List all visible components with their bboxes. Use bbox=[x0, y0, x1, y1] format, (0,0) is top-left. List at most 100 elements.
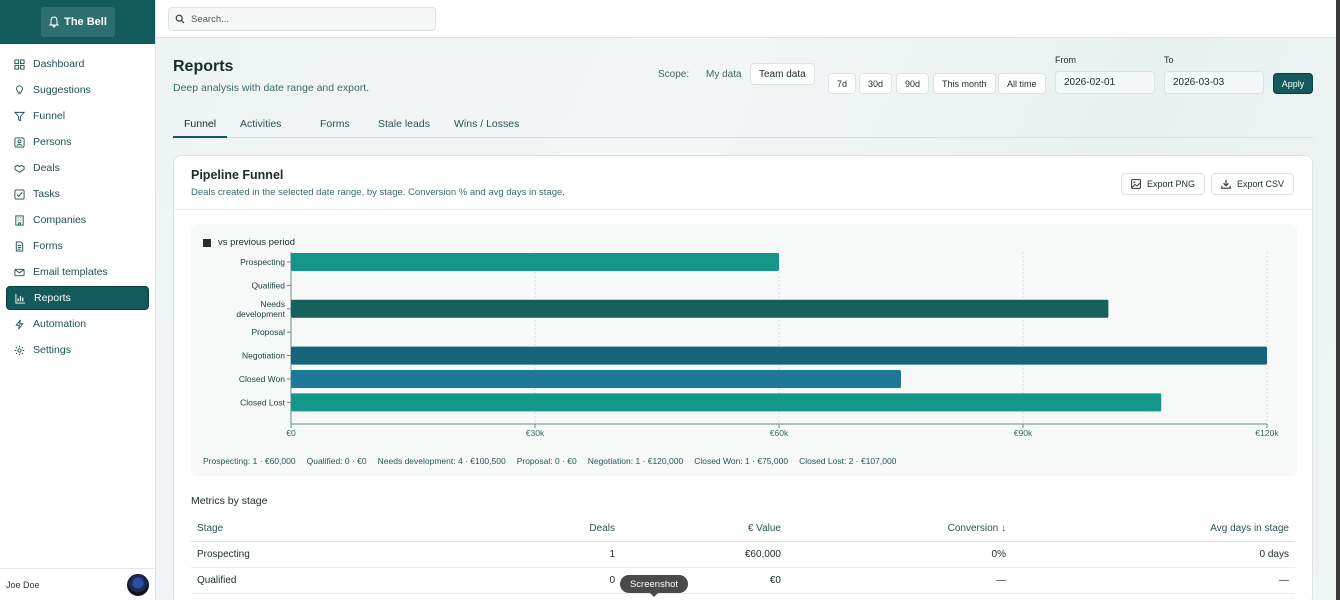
sidebar-item-label: Settings bbox=[33, 344, 71, 356]
sidebar-item-funnel[interactable]: Funnel bbox=[6, 104, 149, 128]
metrics-title: Metrics by stage bbox=[191, 495, 268, 507]
col-conversion[interactable]: Conversion ↓ bbox=[787, 516, 1012, 542]
sidebar: The Bell Dashboard Suggestions Funnel Perso… bbox=[0, 0, 156, 600]
col-avg-days[interactable]: Avg days in stage bbox=[1012, 516, 1295, 542]
x-tick-label: €60k bbox=[770, 428, 789, 438]
person-icon bbox=[14, 136, 25, 148]
y-tick-label: Negotiation bbox=[242, 351, 285, 361]
bolt-icon bbox=[15, 319, 24, 329]
sidebar-item-dashboard[interactable]: Dashboard bbox=[6, 52, 149, 76]
x-tick-label: €90k bbox=[1014, 428, 1033, 438]
x-tick-label: €0 bbox=[286, 428, 296, 438]
sidebar-item-label: Email templates bbox=[33, 266, 108, 278]
sidebar-item-companies[interactable]: Companies bbox=[6, 208, 149, 232]
range-all-time-button[interactable]: All time bbox=[998, 73, 1046, 94]
bar-chart-icon bbox=[15, 293, 26, 304]
tab-wins-losses[interactable]: Wins / Losses bbox=[454, 118, 519, 137]
sidebar-item-reports[interactable]: Reports bbox=[6, 286, 149, 310]
table-row[interactable]: Prospecting 1 €60,000 0% 0 days bbox=[191, 541, 1295, 568]
tab-stale-leads[interactable]: Stale leads bbox=[378, 118, 430, 137]
cell-conversion: — bbox=[787, 567, 1012, 594]
card-title: Pipeline Funnel bbox=[191, 168, 284, 182]
user-row[interactable]: Joe Doe bbox=[0, 568, 155, 600]
table-row[interactable]: Qualified 0 €0— — bbox=[191, 567, 1295, 594]
tooltip: Screenshot bbox=[620, 575, 688, 597]
sidebar-item-persons[interactable]: Persons bbox=[6, 130, 149, 154]
cell-stage: Prospecting bbox=[191, 541, 531, 568]
tab-activities[interactable]: Activities bbox=[240, 118, 281, 137]
scope-my-data-button[interactable]: My data bbox=[698, 63, 750, 85]
pipeline-funnel-card: Pipeline Funnel Deals created in the sel… bbox=[173, 155, 1313, 600]
to-date-input[interactable]: 2026-03-03 bbox=[1164, 71, 1264, 94]
y-tick-label: Closed Won bbox=[239, 374, 285, 384]
to-label: To bbox=[1164, 55, 1174, 65]
from-date-input[interactable]: 2026-02-01 bbox=[1055, 71, 1155, 94]
cell-deals: 0 bbox=[531, 567, 621, 594]
lightbulb-icon bbox=[16, 84, 23, 94]
image-icon bbox=[1131, 179, 1141, 189]
export-csv-label: Export CSV bbox=[1237, 179, 1285, 189]
document-icon bbox=[15, 240, 24, 252]
summary-item: Prospecting: 1 · €60,000 bbox=[203, 456, 296, 466]
mail-icon bbox=[14, 268, 25, 276]
search-box[interactable] bbox=[168, 7, 436, 31]
tab-forms[interactable]: Forms bbox=[320, 118, 350, 137]
cell-conversion: 0% bbox=[787, 541, 1012, 568]
cell-avg-days: — bbox=[1012, 567, 1295, 594]
sidebar-item-label: Deals bbox=[33, 162, 60, 174]
range-90d-button[interactable]: 90d bbox=[896, 73, 930, 94]
sidebar-item-email-templates[interactable]: Email templates bbox=[6, 260, 149, 284]
y-tick-label: Qualified bbox=[251, 280, 285, 290]
checkbox-icon bbox=[14, 188, 25, 200]
col-value[interactable]: € Value bbox=[621, 516, 787, 542]
sidebar-item-label: Dashboard bbox=[33, 58, 85, 70]
grid-icon bbox=[14, 58, 25, 70]
x-tick-label: €30k bbox=[526, 428, 545, 438]
export-csv-button[interactable]: Export CSV bbox=[1211, 173, 1295, 195]
chart-summary: Prospecting: 1 · €60,000 Qualified: 0 · €… bbox=[203, 456, 896, 466]
bell-icon bbox=[48, 16, 60, 28]
col-deals[interactable]: Deals bbox=[531, 516, 621, 542]
tab-funnel[interactable]: Funnel bbox=[173, 118, 228, 138]
col-stage[interactable]: Stage bbox=[191, 516, 531, 542]
main-content: Reports Deep analysis with date range an… bbox=[156, 38, 1336, 600]
cell-avg-days: 0 days bbox=[1012, 541, 1295, 568]
bar-prospecting bbox=[291, 253, 779, 271]
scope-team-data-button[interactable]: Team data bbox=[750, 63, 815, 85]
building-icon bbox=[15, 214, 24, 226]
sidebar-item-label: Automation bbox=[33, 318, 87, 330]
sidebar-item-deals[interactable]: Deals bbox=[6, 156, 149, 180]
metrics-table: Stage Deals € Value Conversion ↓ Avg day… bbox=[191, 516, 1295, 594]
sidebar-item-tasks[interactable]: Tasks bbox=[6, 182, 149, 206]
avatar[interactable] bbox=[127, 573, 149, 596]
x-tick-label: €120k bbox=[1255, 428, 1279, 438]
y-tick-label: Closed Lost bbox=[240, 397, 286, 407]
cell-deals: 1 bbox=[531, 541, 621, 568]
y-tick-label: Prospecting bbox=[240, 257, 285, 267]
report-tabs: Funnel Activities Forms Stale leads Wins… bbox=[173, 114, 1313, 138]
sidebar-item-suggestions[interactable]: Suggestions bbox=[6, 78, 149, 102]
sidebar-item-forms[interactable]: Forms bbox=[6, 234, 149, 258]
brand-name: The Bell bbox=[64, 16, 107, 28]
range-30d-button[interactable]: 30d bbox=[859, 73, 893, 94]
range-this-month-button[interactable]: This month bbox=[933, 73, 996, 94]
brand-band: The Bell bbox=[0, 0, 155, 44]
card-subtitle: Deals created in the selected date range… bbox=[191, 187, 565, 198]
apply-button[interactable]: Apply bbox=[1273, 73, 1313, 94]
cell-stage: Qualified bbox=[191, 567, 531, 594]
sidebar-item-automation[interactable]: Automation bbox=[6, 312, 149, 336]
sidebar-item-label: Persons bbox=[33, 136, 72, 148]
export-png-label: Export PNG bbox=[1147, 179, 1196, 189]
search-icon bbox=[175, 14, 185, 24]
summary-item: Needs development: 4 · €100,500 bbox=[377, 456, 506, 466]
export-png-button[interactable]: Export PNG bbox=[1121, 173, 1206, 195]
sidebar-item-settings[interactable]: Settings bbox=[6, 338, 149, 362]
range-7d-button[interactable]: 7d bbox=[828, 73, 857, 94]
search-input[interactable] bbox=[191, 13, 421, 25]
sidebar-item-label: Tasks bbox=[33, 188, 60, 200]
scope-label: Scope: bbox=[658, 69, 690, 80]
window-scrollbar[interactable] bbox=[1336, 0, 1340, 600]
y-tick-label: Proposal bbox=[251, 327, 285, 337]
brand-logo[interactable]: The Bell bbox=[40, 7, 115, 37]
table-header-row: Stage Deals € Value Conversion ↓ Avg day… bbox=[191, 516, 1295, 542]
